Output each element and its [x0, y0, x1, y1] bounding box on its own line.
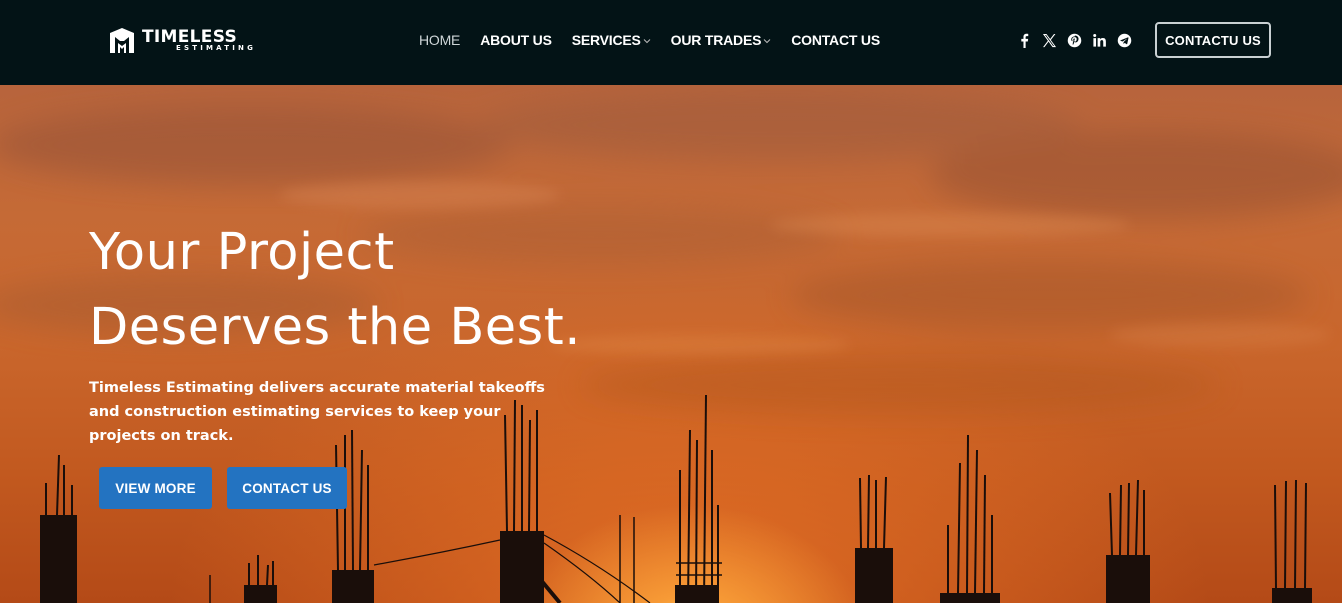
nav-item-label: ABOUT US	[480, 32, 552, 48]
nav-item-our-trades[interactable]: OUR TRADES	[671, 32, 772, 48]
brand-logo[interactable]: TIMELESS ESTIMATING	[108, 26, 262, 56]
x-twitter-icon[interactable]	[1041, 32, 1057, 48]
site-header: TIMELESS ESTIMATING HOME ABOUT US SERVIC…	[0, 0, 1342, 85]
logo-mark-icon	[110, 28, 134, 53]
nav-item-services[interactable]: SERVICES	[572, 32, 651, 48]
nav-item-label: HOME	[419, 32, 461, 48]
hero-title: Your Project Deserves the Best.	[89, 215, 649, 365]
nav-item-home[interactable]: HOME	[419, 32, 460, 48]
main-nav: HOME ABOUT US SERVICES OUR TRADES CONTAC…	[419, 31, 900, 49]
nav-item-about-us[interactable]: ABOUT US	[480, 32, 552, 48]
chevron-down-icon	[643, 38, 651, 43]
nav-item-contact-us[interactable]: CONTACT US	[791, 32, 880, 48]
chevron-down-icon	[763, 38, 771, 43]
view-more-button[interactable]: VIEW MORE	[99, 467, 212, 509]
nav-item-label: SERVICES	[571, 32, 641, 48]
telegram-icon[interactable]	[1116, 32, 1132, 48]
social-links	[1016, 31, 1141, 49]
hero-title-line-1: Your Project	[89, 223, 395, 282]
nav-item-label: CONTACT US	[791, 32, 880, 48]
logo-wordmark: TIMELESS ESTIMATING	[142, 27, 262, 55]
hero-subtitle: Timeless Estimating delivers accurate ma…	[89, 380, 545, 444]
nav-item-label: OUR TRADES	[670, 32, 762, 48]
pinterest-icon[interactable]	[1066, 32, 1082, 48]
facebook-icon[interactable]	[1016, 32, 1032, 48]
brand-tagline: ESTIMATING	[176, 44, 257, 52]
contact-us-button[interactable]: CONTACT US	[227, 467, 347, 509]
linkedin-icon[interactable]	[1091, 32, 1107, 48]
hero-banner: Your Project Deserves the Best. Timeless…	[0, 85, 1342, 603]
hero-title-line-2: Deserves the Best.	[89, 298, 581, 357]
header-contact-button[interactable]: CONTACTU US	[1155, 22, 1271, 58]
